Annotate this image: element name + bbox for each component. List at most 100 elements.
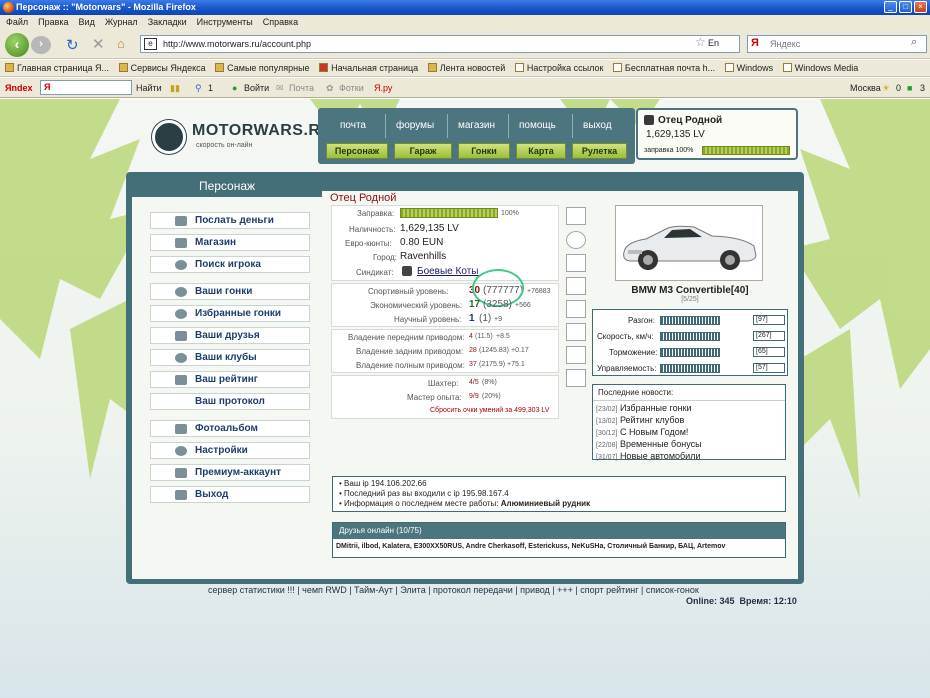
favorite-races-link[interactable]: Избранные гонки	[150, 305, 310, 322]
bookmark-star-icon[interactable]: ☆	[695, 35, 706, 49]
bookmark-item[interactable]: Главная страница Я...	[5, 63, 109, 73]
minimize-button[interactable]: _	[884, 1, 897, 13]
bookmark-item[interactable]: Настройка ссылок	[514, 63, 603, 73]
reset-skills-link[interactable]: Сбросить очки умений за 499,303 LV	[430, 407, 549, 414]
photo-album-link[interactable]: Фотоальбом	[150, 420, 310, 437]
car-image[interactable]	[615, 205, 763, 281]
bookmark-item[interactable]: Самые популярные	[215, 63, 310, 73]
yandex-count[interactable]: 1	[208, 78, 213, 97]
your-clubs-link[interactable]: Ваши клубы	[150, 349, 310, 366]
shock-absorber-icon[interactable]	[566, 207, 586, 225]
character-button[interactable]: Персонаж	[326, 143, 388, 159]
brake-icon[interactable]	[566, 277, 586, 295]
gearbox-icon[interactable]	[566, 369, 586, 387]
find-player-link[interactable]: Поиск игрока	[150, 256, 310, 273]
menu-history[interactable]: Журнал	[105, 17, 138, 27]
user-box: Отец Родной 1,629,135 LV заправка 100%	[636, 108, 798, 160]
news-item[interactable]: [31/07] Новые автомобили	[596, 451, 782, 463]
maximize-button[interactable]: □	[899, 1, 912, 13]
news-item[interactable]: [13/02] Рейтинг клубов	[596, 415, 782, 427]
exit-door-icon	[175, 490, 187, 500]
bookmark-item[interactable]: Windows Media	[782, 63, 858, 73]
menu-help[interactable]: Справка	[263, 17, 298, 27]
syndicate-link[interactable]: Боевые Коты	[417, 266, 478, 277]
yandex-photos-button[interactable]: Фотки	[339, 78, 364, 97]
home-icon[interactable]: ⌂	[117, 36, 125, 51]
friends-list[interactable]: DMitrii, ilbod, Kalatera, E300XX50RUS, A…	[333, 539, 785, 554]
news-item[interactable]: [30/12] С Новым Годом!	[596, 427, 782, 439]
awd-label: Владение полным приводом:	[356, 361, 465, 370]
bookmark-item[interactable]: Лента новостей	[427, 63, 505, 73]
menu-bookmarks[interactable]: Закладки	[148, 17, 187, 27]
fwd-label: Владение передним приводом:	[348, 333, 465, 342]
nav-logout-link[interactable]: выход	[583, 120, 612, 131]
your-friends-link[interactable]: Ваши друзья	[150, 327, 310, 344]
yandex-find-button[interactable]: Найти	[136, 78, 162, 97]
avatar-icon	[644, 115, 654, 125]
yandex-search-field[interactable]: Я	[40, 80, 132, 95]
news-item[interactable]: [22/08] Временные бонусы	[596, 439, 782, 451]
yandex-login-button[interactable]: Войти	[244, 78, 269, 97]
tire-icon[interactable]	[566, 231, 586, 249]
garage-button[interactable]: Гараж	[394, 143, 452, 159]
yaru-button[interactable]: Я.ру	[374, 78, 392, 97]
shop-link[interactable]: Магазин	[150, 234, 310, 251]
close-button[interactable]: ×	[914, 1, 927, 13]
nav-mail-link[interactable]: почта	[340, 120, 366, 131]
bookmark-item[interactable]: Начальная страница	[319, 63, 418, 73]
exhaust-icon[interactable]	[566, 254, 586, 272]
roulette-button[interactable]: Рулетка	[572, 143, 627, 159]
weather-city[interactable]: Москва	[850, 78, 881, 97]
search-input[interactable]: Яндекс	[747, 35, 927, 53]
fuel-label: Заправка:	[357, 209, 395, 218]
logout-link[interactable]: Выход	[150, 486, 310, 503]
stop-icon[interactable]: ✕	[92, 35, 105, 53]
filter-icon[interactable]	[566, 300, 586, 318]
back-button[interactable]: ‹	[5, 33, 29, 57]
bookmark-item[interactable]: Windows	[724, 63, 773, 73]
premium-account-link[interactable]: Премиум-аккаунт	[150, 464, 310, 481]
seat-icon[interactable]	[566, 346, 586, 364]
nav-help-link[interactable]: помощь	[519, 120, 556, 131]
your-rating-link[interactable]: Ваш рейтинг	[150, 371, 310, 388]
bookmark-item[interactable]: Сервисы Яндекса	[118, 63, 206, 73]
syndicate-label: Синдикат:	[356, 268, 394, 277]
yandex-rating-icon[interactable]: ▮▮	[170, 78, 180, 97]
footer-links[interactable]: сервер статистики !!! | чемп RWD | Тайм-…	[208, 585, 808, 595]
bookmark-item[interactable]: Бесплатная почта h...	[612, 63, 715, 73]
user-name[interactable]: Отец Родной	[658, 115, 722, 126]
yandex-count-icon[interactable]: ⚲	[195, 78, 202, 97]
menu-view[interactable]: Вид	[79, 17, 95, 27]
car-stat-value: [65]	[753, 347, 785, 357]
nav-shop-link[interactable]: магазин	[458, 120, 495, 131]
your-races-link[interactable]: Ваши гонки	[150, 283, 310, 300]
yandex-logo[interactable]: Яndex	[5, 83, 32, 93]
braking-bar	[660, 348, 720, 357]
cash-label: Наличность:	[349, 225, 396, 234]
site-logo[interactable]: MOTORWARS.RU скорость он-лайн	[152, 118, 332, 158]
menu-file[interactable]: Файл	[6, 17, 28, 27]
econ-level-next: +566	[515, 302, 531, 309]
language-indicator[interactable]: En	[708, 38, 719, 48]
nav-forums-link[interactable]: форумы	[396, 120, 434, 131]
forward-button[interactable]: ›	[31, 36, 51, 54]
speed-bar	[660, 332, 720, 341]
car-name[interactable]: BMW M3 Convertible[40]	[592, 285, 788, 296]
url-bar[interactable]: http://www.motorwars.ru/account.php	[140, 35, 740, 53]
settings-link[interactable]: Настройки	[150, 442, 310, 459]
menu-tools[interactable]: Инструменты	[197, 17, 253, 27]
search-icon[interactable]: ⌕	[911, 36, 917, 49]
apps-icon[interactable]: ■	[907, 78, 912, 97]
map-button[interactable]: Карта	[516, 143, 566, 159]
login-icon: ●	[232, 83, 238, 93]
send-money-link[interactable]: Послать деньги	[150, 212, 310, 229]
yandex-mail-button[interactable]: Почта	[289, 78, 314, 97]
engine-icon[interactable]	[566, 323, 586, 341]
your-protocol-link[interactable]: Ваш протокол	[150, 393, 310, 410]
menu-edit[interactable]: Правка	[38, 17, 68, 27]
races-button[interactable]: Гонки	[458, 143, 510, 159]
friends-title: Друзья онлайн (10/75)	[333, 523, 785, 539]
news-item[interactable]: [23/02] Избранные гонки	[596, 403, 782, 415]
reload-icon[interactable]: ↻	[66, 36, 79, 54]
money-icon	[175, 216, 187, 226]
